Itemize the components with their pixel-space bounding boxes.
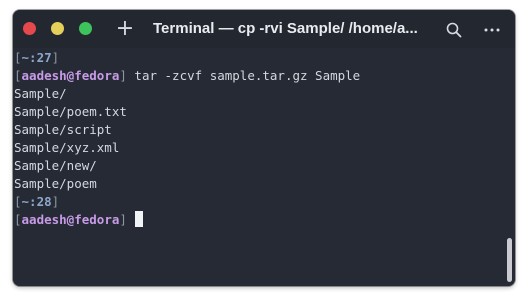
output-line: Sample/poem — [14, 176, 97, 191]
prompt-line-active[interactable]: [aadesh@fedora] — [14, 211, 143, 229]
prompt-line-counter: [~:27] — [14, 49, 59, 67]
prompt-bracket-close: ] — [119, 68, 127, 83]
prompt-path: ~:27 — [21, 50, 52, 65]
scrollbar[interactable] — [507, 238, 512, 282]
terminal-output[interactable]: [~:27] [aadesh@fedora] tar -zcvf sample.… — [13, 48, 515, 286]
output-line: Sample/xyz.xml — [14, 140, 120, 155]
plus-icon[interactable]: + — [114, 17, 136, 41]
prompt-user: aadesh@fedora — [21, 212, 120, 227]
terminal-window: + Terminal — cp -rvi Sample/ /home/a... … — [13, 10, 515, 286]
search-icon[interactable] — [445, 21, 463, 39]
prompt-path: ~:28 — [21, 194, 52, 209]
prompt-bracket-close: ] — [51, 194, 60, 209]
close-icon[interactable] — [23, 22, 36, 35]
output-line: Sample/new/ — [14, 158, 97, 173]
minimize-icon[interactable] — [51, 22, 64, 35]
command-text: tar -zcvf sample.tar.gz Sample — [126, 68, 361, 83]
more-horizontal-icon[interactable] — [483, 21, 501, 39]
window-title: Terminal — cp -rvi Sample/ /home/a... — [153, 20, 418, 37]
prompt-bracket-open: [ — [14, 68, 22, 83]
prompt-user: aadesh@fedora — [21, 68, 120, 83]
output-line: Sample/ — [14, 86, 67, 101]
output-line: Sample/script — [14, 122, 112, 137]
prompt-line-counter: [~:28] — [14, 193, 59, 211]
prompt-bracket-open: [ — [14, 212, 22, 227]
prompt-bracket-close: ] — [51, 50, 60, 65]
prompt-bracket-close: ] — [119, 212, 127, 227]
output-line: Sample/poem.txt — [14, 104, 127, 119]
maximize-icon[interactable] — [79, 22, 92, 35]
prompt-line-command: [aadesh@fedora] tar -zcvf sample.tar.gz … — [14, 67, 360, 85]
prompt-bracket-open: [ — [14, 50, 22, 65]
prompt-bracket-open: [ — [14, 194, 22, 209]
title-bar[interactable]: + Terminal — cp -rvi Sample/ /home/a... — [13, 10, 515, 48]
text-cursor — [134, 211, 143, 227]
